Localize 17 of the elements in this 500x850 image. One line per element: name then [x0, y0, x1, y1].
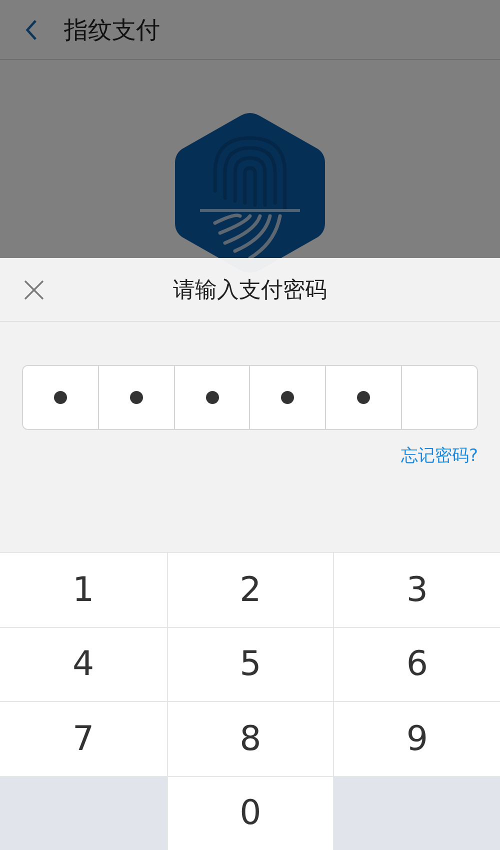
keypad-key[interactable]: 9 — [333, 701, 500, 776]
keypad-key[interactable]: 0 — [166, 776, 334, 850]
keypad-key[interactable]: 6 — [333, 626, 500, 701]
sheet-title: 请输入支付密码 — [173, 276, 327, 304]
close-icon[interactable] — [24, 280, 44, 300]
keypad-key[interactable]: 8 — [166, 701, 334, 776]
page-title: 指纹支付 — [64, 14, 160, 46]
pin-dot-icon — [54, 391, 67, 404]
pin-field[interactable] — [22, 365, 478, 430]
pin-dot-icon — [281, 391, 294, 404]
back-icon[interactable] — [24, 18, 38, 40]
pin-dot-icon — [130, 391, 143, 404]
pin-dot-icon — [206, 391, 219, 404]
keypad-key[interactable]: 5 — [166, 626, 334, 701]
pin-dot-icon — [357, 391, 370, 404]
keypad-key[interactable]: 3 — [333, 552, 500, 626]
keypad-key[interactable]: 2 — [166, 552, 334, 626]
